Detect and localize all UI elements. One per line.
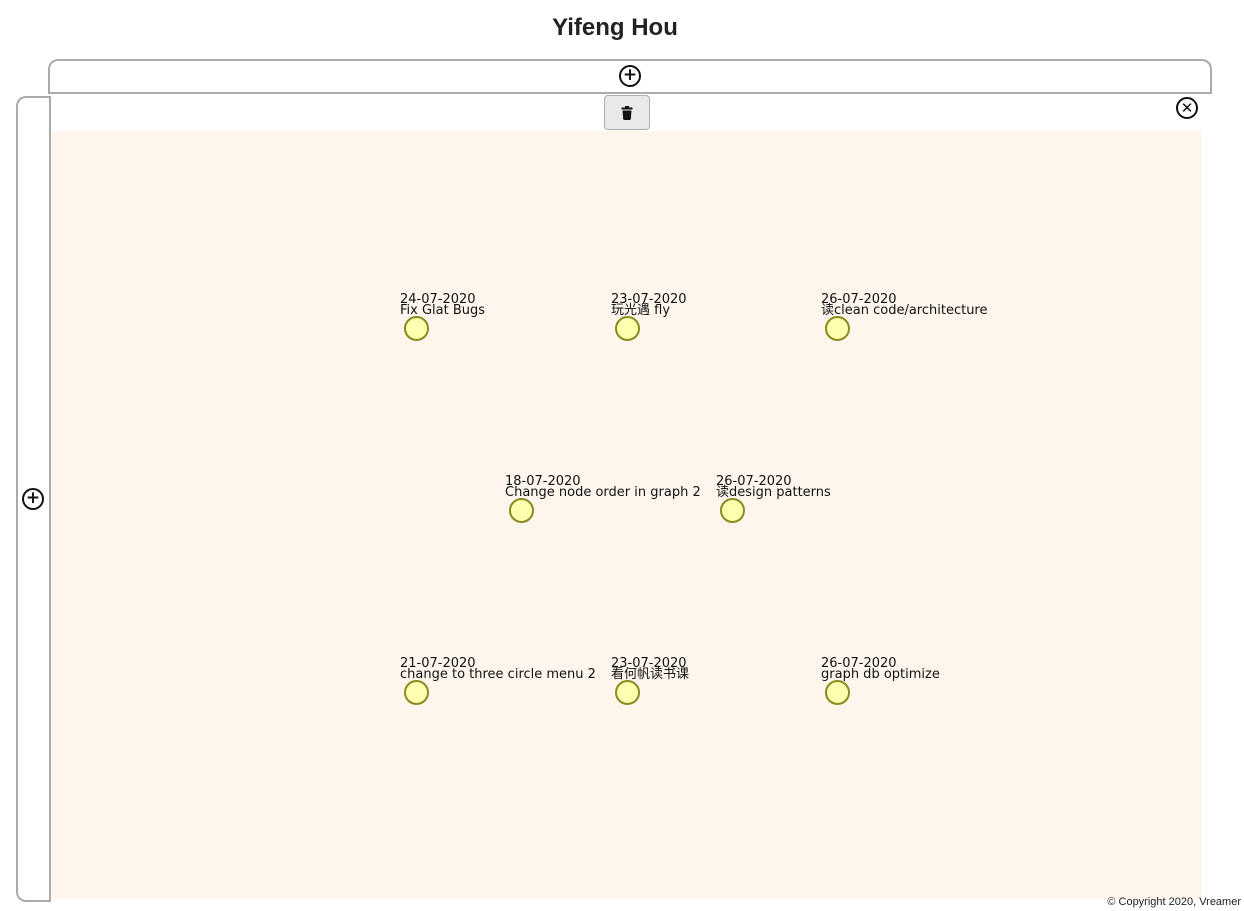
add-row-button[interactable]: + (619, 65, 641, 87)
node-label: change to three circle menu 2 (400, 667, 596, 682)
node-circle[interactable] (825, 680, 850, 705)
close-button[interactable]: ✕ (1176, 97, 1198, 119)
graph-node: 21-07-2020 change to three circle menu 2 (400, 657, 596, 705)
node-circle[interactable] (720, 498, 745, 523)
add-column-button[interactable]: + (22, 488, 44, 510)
top-add-bar-divider (48, 92, 1212, 94)
graph-node: 18-07-2020 Change node order in graph 2 (505, 475, 701, 523)
x-circle-icon: ✕ (1180, 98, 1194, 117)
graph-node: 23-07-2020 看何帆读书课 (611, 657, 801, 705)
graph-canvas[interactable]: 24-07-2020 Fix Glat Bugs 23-07-2020 玩光遇 … (52, 131, 1202, 899)
node-label: Fix Glat Bugs (400, 303, 486, 318)
node-circle[interactable] (615, 680, 640, 705)
node-label: Change node order in graph 2 (505, 485, 701, 500)
side-add-bar-divider (49, 96, 51, 902)
node-label: graph db optimize (821, 667, 940, 682)
graph-node: 24-07-2020 Fix Glat Bugs (400, 293, 590, 341)
trash-icon (621, 105, 633, 120)
plus-circle-icon: + (622, 64, 638, 85)
page: Yifeng Hou + + ✕ 24-07-2020 Fix Glat Bug… (0, 0, 1244, 911)
plus-circle-icon: + (25, 487, 41, 508)
node-circle[interactable] (825, 316, 850, 341)
graph-node: 23-07-2020 玩光遇 fly (611, 293, 801, 341)
delete-button[interactable] (604, 95, 650, 130)
graph-node: 26-07-2020 读clean code/architecture (821, 293, 1011, 341)
graph-node: 26-07-2020 读design patterns (716, 475, 906, 523)
copyright-notice: © Copyright 2020, Vreamer (1107, 896, 1241, 908)
node-circle[interactable] (615, 316, 640, 341)
node-label: 玩光遇 fly (611, 303, 671, 318)
page-title: Yifeng Hou (552, 14, 678, 41)
node-label: 读clean code/architecture (821, 303, 988, 318)
node-circle[interactable] (509, 498, 534, 523)
node-circle[interactable] (404, 316, 429, 341)
graph-node: 26-07-2020 graph db optimize (821, 657, 1011, 705)
node-label: 读design patterns (716, 485, 831, 500)
node-circle[interactable] (404, 680, 429, 705)
node-label: 看何帆读书课 (611, 667, 690, 682)
